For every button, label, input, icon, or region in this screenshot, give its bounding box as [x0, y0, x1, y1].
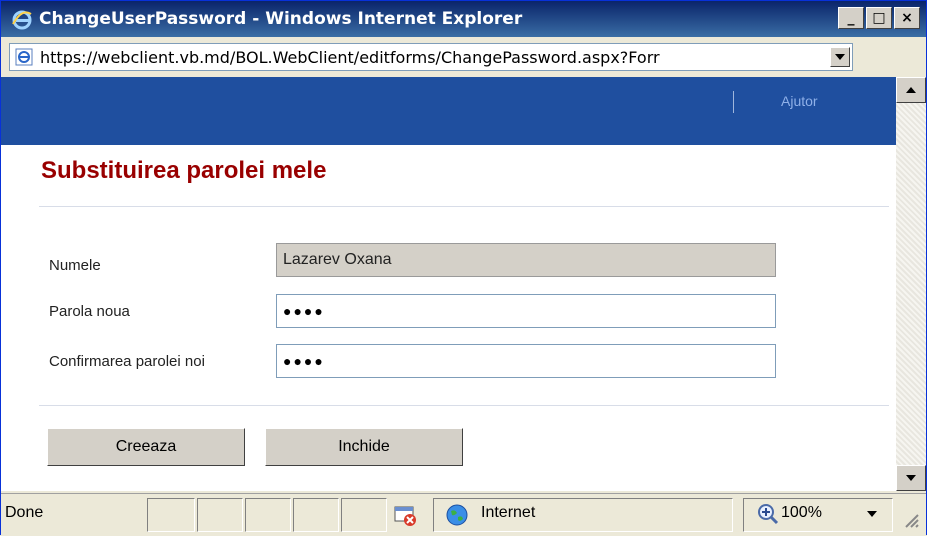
zone-pane	[433, 498, 733, 532]
page-title: Substituirea parolei mele	[41, 157, 327, 184]
url-text[interactable]: https://webclient.vb.md/BOL.WebClient/ed…	[40, 48, 820, 67]
top-navigation-bar: Ajutor	[1, 77, 896, 145]
nav-separator	[733, 91, 734, 113]
confirm-password-input[interactable]: ●●●●	[276, 344, 776, 378]
divider	[39, 206, 889, 207]
help-link[interactable]: Ajutor	[781, 93, 818, 109]
vertical-scrollbar[interactable]	[896, 77, 926, 491]
status-bar: Done Internet 100%	[1, 493, 926, 536]
globe-icon	[446, 504, 468, 526]
status-pane	[341, 498, 387, 532]
address-bar: https://webclient.vb.md/BOL.WebClient/ed…	[1, 37, 926, 108]
chevron-down-icon[interactable]	[867, 511, 877, 517]
status-text: Done	[5, 504, 44, 521]
close-window-button[interactable]: ×	[894, 7, 920, 29]
page-icon	[15, 48, 33, 66]
security-zone-text: Internet	[481, 504, 536, 521]
resize-grip-icon[interactable]	[901, 510, 919, 528]
status-pane	[147, 498, 195, 532]
url-field[interactable]: https://webclient.vb.md/BOL.WebClient/ed…	[9, 43, 853, 71]
minimize-button[interactable]: _	[838, 7, 864, 29]
status-pane	[245, 498, 291, 532]
divider	[39, 405, 889, 406]
browser-window: ChangeUserPassword - Windows Internet Ex…	[0, 0, 927, 536]
new-password-label: Parola noua	[49, 303, 130, 320]
address-dropdown-button[interactable]	[830, 47, 850, 67]
arrow-down-icon	[906, 475, 916, 481]
name-label: Numele	[49, 257, 101, 274]
create-button[interactable]: Creeaza	[47, 428, 245, 466]
maximize-button[interactable]: □	[866, 7, 892, 29]
arrow-up-icon	[906, 87, 916, 93]
popup-blocked-icon[interactable]	[393, 503, 417, 527]
window-title: ChangeUserPassword - Windows Internet Ex…	[39, 9, 523, 29]
confirm-password-label: Confirmarea parolei noi	[49, 353, 205, 370]
chevron-down-icon	[835, 54, 845, 60]
close-button[interactable]: Inchide	[265, 428, 463, 466]
status-pane	[293, 498, 339, 532]
window-controls: _ □ ×	[838, 7, 920, 29]
magnifier-icon	[758, 504, 779, 525]
name-field: Lazarev Oxana	[276, 243, 776, 277]
status-pane	[197, 498, 243, 532]
scroll-down-button[interactable]	[896, 465, 926, 491]
scroll-up-button[interactable]	[896, 77, 926, 103]
page-content: Ajutor Substituirea parolei mele Numele …	[1, 77, 896, 491]
new-password-input[interactable]: ●●●●	[276, 294, 776, 328]
internet-explorer-icon	[12, 10, 32, 30]
title-bar[interactable]: ChangeUserPassword - Windows Internet Ex…	[1, 1, 926, 37]
zoom-level[interactable]: 100%	[781, 504, 822, 522]
